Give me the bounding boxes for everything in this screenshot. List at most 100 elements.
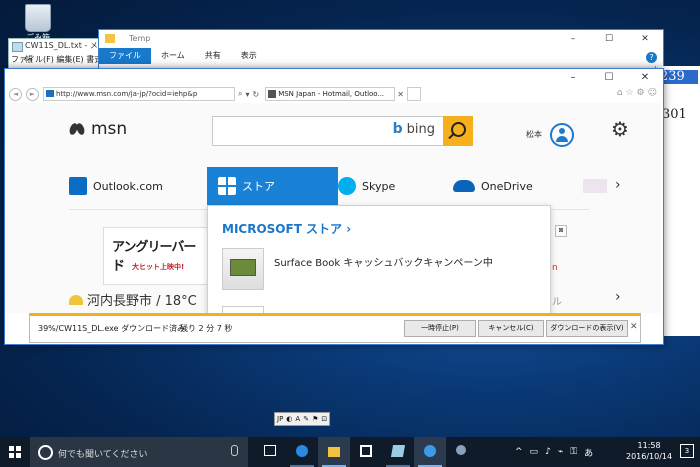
store-dropdown-thumbnail[interactable] bbox=[222, 306, 264, 313]
search-icon bbox=[451, 122, 466, 137]
ime-toolbar[interactable]: JP ◐ A ✎ ⚑ ⊡ bbox=[274, 412, 331, 426]
msn-logo-text: msn bbox=[91, 119, 128, 139]
keyboard-icon[interactable]: ⚿ bbox=[570, 447, 577, 457]
forward-button[interactable]: ► bbox=[26, 87, 39, 101]
service-more-icon[interactable] bbox=[583, 179, 607, 193]
windows-store-icon bbox=[218, 177, 236, 195]
next-arrow-icon[interactable]: › bbox=[615, 177, 621, 193]
weather-widget[interactable]: 河内長野市 / 18°C bbox=[69, 290, 197, 309]
partial-text: n bbox=[552, 263, 558, 273]
internet-explorer-icon bbox=[424, 445, 436, 457]
close-icon[interactable]: ✕ bbox=[630, 322, 638, 332]
network-icon[interactable]: ▭ bbox=[530, 447, 539, 457]
clock-time: 11:58 bbox=[637, 441, 661, 450]
tools-icon[interactable]: ⚙ bbox=[637, 88, 645, 98]
volume-icon[interactable]: ♪ bbox=[545, 447, 551, 457]
store-dropdown-title[interactable]: MICROSOFT ストア › bbox=[222, 220, 351, 237]
ribbon-tab-home[interactable]: ホーム bbox=[151, 48, 195, 64]
feedback-icon[interactable]: ☺ bbox=[648, 88, 657, 98]
cortana-search-box[interactable]: 何でも聞いてください bbox=[30, 437, 248, 467]
start-button[interactable] bbox=[0, 437, 30, 467]
service-outlook-label: Outlook.com bbox=[93, 179, 163, 193]
outlook-icon bbox=[69, 177, 87, 195]
home-icon[interactable]: ⌂ bbox=[617, 88, 623, 98]
action-center-icon[interactable]: 3 bbox=[680, 444, 694, 458]
ime-pad-icon[interactable]: ✎ bbox=[303, 415, 309, 423]
ribbon-tab-view[interactable]: 表示 bbox=[231, 48, 267, 64]
pause-button[interactable]: 一時停止(P) bbox=[404, 320, 476, 337]
clock[interactable]: 11:58 2016/10/14 bbox=[626, 440, 672, 462]
pen-icon[interactable]: ⌁ bbox=[558, 447, 563, 457]
weather-sun-icon bbox=[69, 294, 83, 305]
task-view-button[interactable] bbox=[254, 437, 286, 467]
cancel-button[interactable]: キャンセル(C) bbox=[478, 320, 544, 337]
view-downloads-button[interactable]: ダウンロードの表示(V) bbox=[546, 320, 628, 337]
ime-mode-icon[interactable]: ◐ bbox=[286, 415, 292, 423]
msn-page: msn b bing 松本 ⚙ Outlook.com ストア Skype One… bbox=[5, 103, 661, 313]
dropdown-icon[interactable]: ▾ bbox=[245, 90, 249, 99]
close-button[interactable]: ✕ bbox=[627, 30, 663, 48]
ribbon-tab-file[interactable]: ファイル bbox=[99, 48, 151, 64]
msn-logo[interactable]: msn bbox=[69, 119, 127, 139]
avatar[interactable] bbox=[550, 123, 574, 147]
service-skype[interactable]: Skype bbox=[338, 167, 395, 205]
maximize-button[interactable]: ☐ bbox=[591, 30, 627, 48]
onedrive-icon bbox=[453, 180, 475, 192]
maximize-button[interactable]: ☐ bbox=[591, 69, 627, 87]
service-outlook[interactable]: Outlook.com bbox=[69, 167, 163, 205]
folder-icon bbox=[105, 34, 115, 43]
taskbar-app[interactable] bbox=[446, 437, 478, 467]
ad-choices-icon[interactable]: ⊠ bbox=[555, 225, 567, 237]
next-arrow-icon[interactable]: › bbox=[615, 289, 621, 305]
advertisement[interactable]: アングリーバード 大ヒット上映中! bbox=[103, 227, 208, 285]
ad-subtitle: 大ヒット上映中! bbox=[132, 263, 185, 271]
minimize-button[interactable]: – bbox=[555, 69, 591, 87]
browser-window[interactable]: – ☐ ✕ ◄ ► http://www.msn.com/ja-jp/?ocid… bbox=[4, 68, 664, 345]
search-input[interactable]: b bing bbox=[212, 116, 444, 146]
microphone-icon[interactable] bbox=[231, 445, 238, 456]
highlighted-text: 239 bbox=[660, 70, 698, 84]
service-store-label: ストア bbox=[242, 180, 275, 193]
taskbar-notepad[interactable] bbox=[382, 437, 414, 467]
ime-indicator[interactable]: あ bbox=[584, 446, 593, 459]
service-store[interactable]: ストア bbox=[207, 167, 338, 205]
taskbar-explorer[interactable] bbox=[318, 437, 350, 467]
store-dropdown-item[interactable]: Surface Book キャッシュバックキャンペーン中 bbox=[274, 254, 493, 269]
user-name[interactable]: 松本 bbox=[526, 129, 542, 140]
tab-close-icon[interactable]: ✕ bbox=[397, 90, 404, 99]
gear-icon[interactable]: ⚙ bbox=[611, 117, 629, 141]
show-hidden-icons-icon[interactable]: ^ bbox=[515, 447, 523, 457]
weather-text: 河内長野市 / 18°C bbox=[87, 294, 197, 309]
taskbar-store[interactable] bbox=[350, 437, 382, 467]
taskbar-internet-explorer[interactable] bbox=[414, 437, 446, 467]
close-button[interactable]: ✕ bbox=[627, 69, 663, 87]
ime-tools-icon[interactable]: ⚑ bbox=[312, 415, 318, 423]
new-tab-button[interactable] bbox=[406, 87, 421, 101]
favorites-icon[interactable]: ☆ bbox=[625, 88, 633, 98]
explorer-title: Temp bbox=[129, 34, 151, 43]
ime-input-mode[interactable]: A bbox=[295, 415, 300, 423]
store-bag-icon bbox=[360, 445, 372, 457]
back-button[interactable]: ◄ bbox=[9, 87, 22, 101]
windows-logo-icon bbox=[9, 446, 21, 458]
bing-label: bing bbox=[406, 121, 435, 137]
cortana-icon bbox=[38, 445, 53, 460]
service-skype-label: Skype bbox=[362, 179, 396, 193]
address-bar[interactable]: http://www.msn.com/ja-jp/?ocid=iehp&p bbox=[43, 87, 235, 101]
refresh-icon[interactable]: ↻ bbox=[253, 90, 260, 99]
window-text: 301 bbox=[662, 107, 687, 122]
minimize-button[interactable]: – bbox=[555, 30, 591, 48]
search-icon[interactable]: ⌕ bbox=[238, 89, 242, 99]
ribbon-tab-share[interactable]: 共有 bbox=[195, 48, 231, 64]
clock-date: 2016/10/14 bbox=[626, 452, 673, 461]
help-icon[interactable]: ? bbox=[646, 52, 657, 63]
ime-options-icon[interactable]: ⊡ bbox=[321, 415, 327, 423]
edge-icon bbox=[296, 445, 308, 457]
service-onedrive[interactable]: OneDrive bbox=[453, 167, 533, 205]
surface-book-thumbnail[interactable] bbox=[222, 248, 264, 290]
butterfly-icon bbox=[69, 121, 87, 137]
ime-mode-jp[interactable]: JP bbox=[277, 415, 283, 423]
browser-tab[interactable]: MSN Japan - Hotmail, Outloo... bbox=[265, 87, 396, 101]
taskbar-edge[interactable] bbox=[286, 437, 318, 467]
search-button[interactable] bbox=[443, 116, 473, 146]
